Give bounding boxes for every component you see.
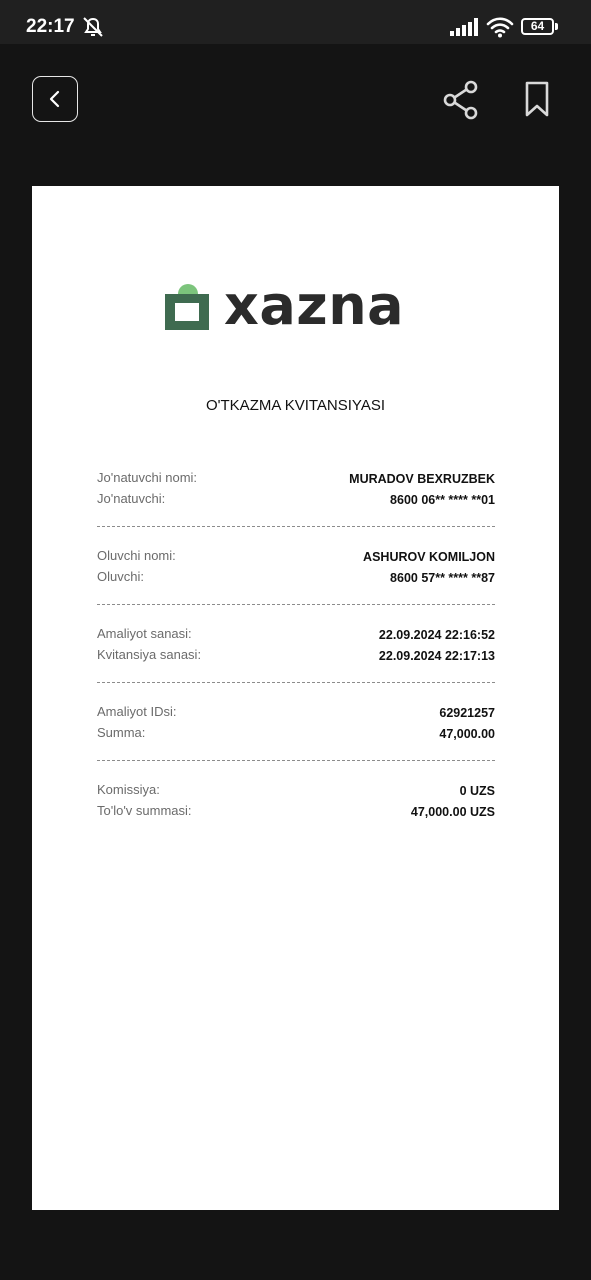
row-label: Oluvchi: [97, 569, 144, 584]
row-label: Oluvchi nomi: [97, 548, 176, 563]
detail-row: Oluvchi nomi: ASHUROV KOMILJON [97, 548, 495, 569]
row-label: Amaliyot sanasi: [97, 626, 192, 641]
row-label: Amaliyot IDsi: [97, 704, 177, 719]
battery-level: 64 [530, 19, 545, 33]
row-label: Jo'natuvchi nomi: [97, 470, 198, 485]
battery-icon: 64 [521, 18, 554, 35]
detail-row: Jo'natuvchi: 8600 06** **** **01 [97, 491, 495, 512]
logo-text: xazna [224, 274, 405, 337]
sender-section: Jo'natuvchi nomi: MURADOV BEXRUZBEK Jo'n… [97, 470, 495, 548]
receipt-card: xazna O'TKAZMA KVITANSIYASI Jo'natuvchi … [32, 186, 559, 1210]
detail-row: Oluvchi: 8600 57** **** **87 [97, 569, 495, 590]
detail-row: Komissiya: 0 UZS [97, 782, 495, 803]
wifi-icon [486, 16, 514, 43]
alarm-off-icon [80, 14, 106, 45]
transaction-section: Amaliyot IDsi: 62921257 Summa: 47,000.00 [97, 704, 495, 782]
status-time: 22:17 [26, 16, 75, 37]
receipt-details: Jo'natuvchi nomi: MURADOV BEXRUZBEK Jo'n… [97, 470, 495, 860]
row-value: ASHUROV KOMILJON [363, 550, 495, 564]
row-value: MURADOV BEXRUZBEK [349, 472, 495, 486]
back-button[interactable] [32, 76, 78, 122]
row-value: 47,000.00 [439, 727, 495, 741]
row-value: 47,000.00 UZS [410, 805, 495, 819]
detail-row: Kvitansiya sanasi: 22.09.2024 22:17:13 [97, 647, 495, 668]
row-label: Jo'natuvchi: [97, 491, 166, 506]
bookmark-button[interactable] [522, 80, 552, 118]
row-label: Kvitansiya sanasi: [97, 647, 202, 662]
row-value: 8600 57** **** **87 [390, 571, 495, 585]
row-value: 0 UZS [459, 784, 495, 798]
dashed-divider [97, 682, 495, 683]
receiver-section: Oluvchi nomi: ASHUROV KOMILJON Oluvchi: … [97, 548, 495, 626]
row-value: 22.09.2024 22:17:13 [378, 649, 495, 663]
row-value: 8600 06** **** **01 [390, 493, 495, 507]
detail-row: Amaliyot sanasi: 22.09.2024 22:16:52 [97, 626, 495, 647]
detail-row: Amaliyot IDsi: 62921257 [97, 704, 495, 725]
battery-tip [555, 23, 558, 30]
detail-row: To'lo'v summasi: 47,000.00 UZS [97, 803, 495, 824]
receipt-title: O'TKAZMA KVITANSIYASI [205, 397, 385, 414]
dashed-divider [97, 604, 495, 605]
xazna-logo: xazna [162, 274, 432, 340]
dashed-divider [97, 526, 495, 527]
dates-section: Amaliyot sanasi: 22.09.2024 22:16:52 Kvi… [97, 626, 495, 704]
row-value: 62921257 [439, 706, 495, 720]
row-label: Komissiya: [97, 782, 160, 797]
row-label: Summa: [97, 725, 146, 740]
row-label: To'lo'v summasi: [97, 803, 192, 818]
wallet-logo-icon [165, 284, 209, 330]
dashed-divider [97, 760, 495, 761]
totals-section: Komissiya: 0 UZS To'lo'v summasi: 47,000… [97, 782, 495, 860]
share-icon [443, 80, 478, 120]
bookmark-icon [525, 81, 549, 117]
detail-row: Jo'natuvchi nomi: MURADOV BEXRUZBEK [97, 470, 495, 491]
detail-row: Summa: 47,000.00 [97, 725, 495, 746]
share-button[interactable] [441, 80, 481, 120]
signal-icon [450, 18, 480, 41]
row-value: 22.09.2024 22:16:52 [378, 628, 495, 642]
chevron-left-icon [49, 90, 60, 108]
status-bar: 22:17 64 [0, 0, 591, 44]
